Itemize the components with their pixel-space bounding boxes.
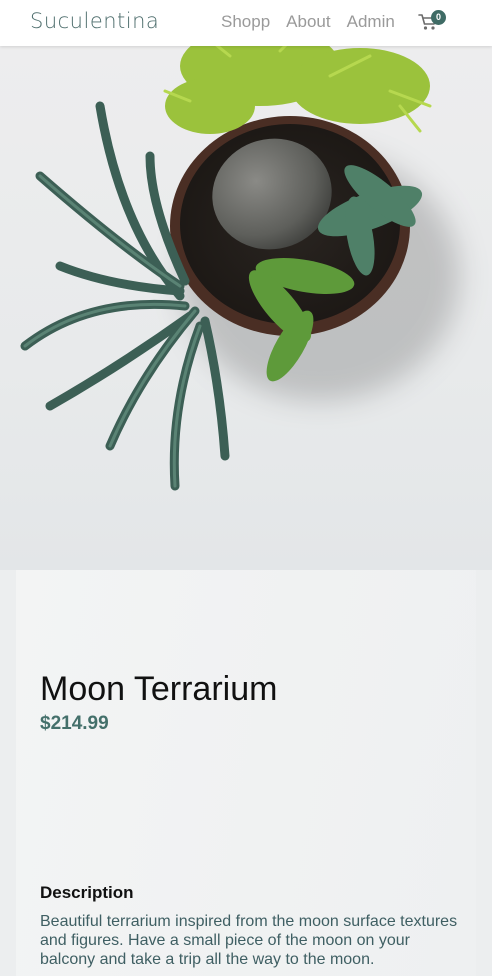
nav-link-about[interactable]: About (286, 12, 330, 32)
description-text: Beautiful terrarium inspired from the mo… (40, 913, 458, 968)
description-heading: Description (40, 883, 134, 902)
navbar: Suculentina Shopp About Admin 0 (0, 0, 492, 46)
product-image (0, 46, 492, 570)
nav-links: Shopp About Admin (221, 12, 395, 32)
terrarium-image (20, 46, 460, 491)
logo[interactable]: Suculentina (30, 9, 159, 33)
product-price: $214.99 (40, 713, 109, 734)
nav-link-shop[interactable]: Shopp (221, 12, 270, 32)
product-title: Moon Terrarium (40, 670, 278, 708)
nav-link-admin[interactable]: Admin (347, 12, 395, 32)
product-card: Moon Terrarium $214.99 Description Beaut… (16, 570, 476, 976)
cart-count-badge: 0 (431, 10, 446, 25)
